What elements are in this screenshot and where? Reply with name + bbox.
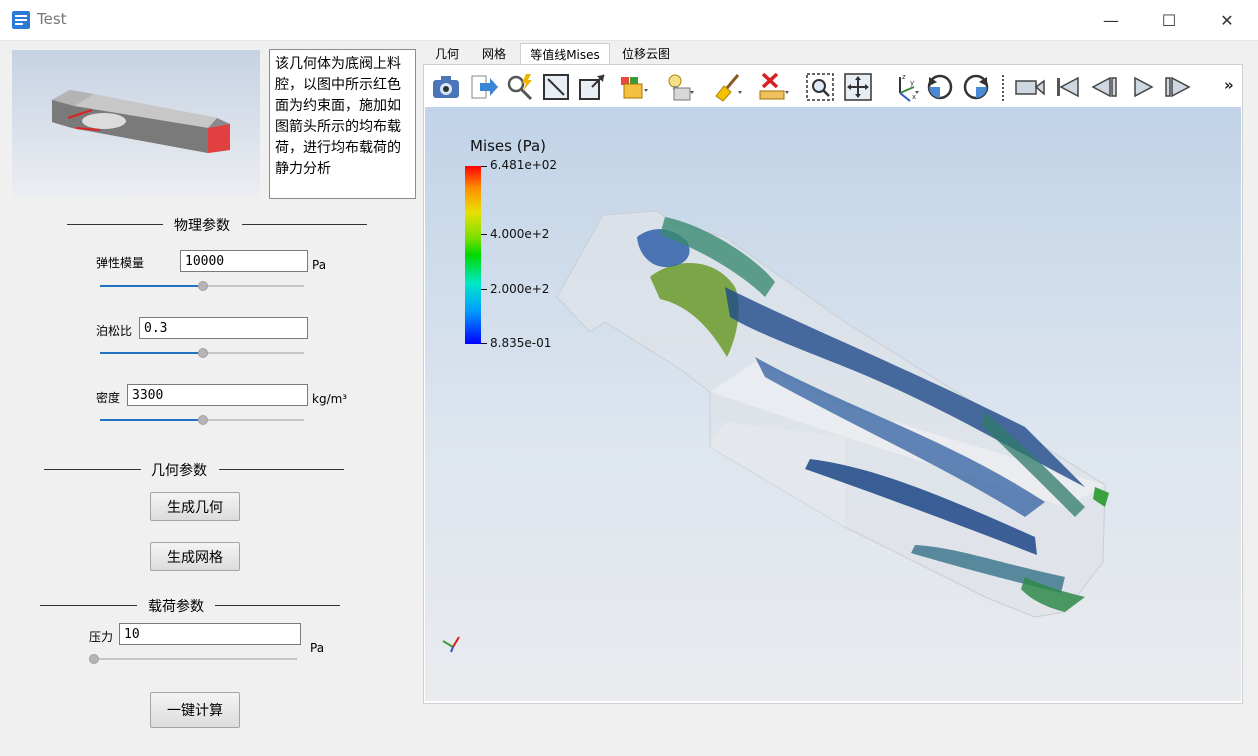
app-window: Test — ☐ ✕ 该几何体为底阀上料腔，以图中所示红色面为约束面，施加如图箭… bbox=[0, 0, 1258, 756]
svg-text:x: x bbox=[912, 93, 916, 101]
expand-view-icon[interactable] bbox=[576, 71, 608, 103]
slider-handle[interactable] bbox=[198, 281, 208, 291]
axes-orientation-icon[interactable]: zyx bbox=[888, 71, 920, 103]
toolbar-overflow-icon[interactable]: » bbox=[1224, 76, 1234, 94]
description-text: 该几何体为底阀上料腔，以图中所示红色面为约束面，施加如图箭头所示的均布载荷，进行… bbox=[275, 56, 401, 177]
load-section-title: 载荷参数 bbox=[148, 599, 204, 615]
slider-handle[interactable] bbox=[198, 415, 208, 425]
divider bbox=[67, 224, 163, 225]
fit-all-icon[interactable] bbox=[842, 71, 874, 103]
display-mode-icon[interactable] bbox=[618, 71, 650, 103]
pressure-unit: Pa bbox=[310, 641, 325, 655]
screenshot-camera-icon[interactable] bbox=[430, 71, 462, 103]
title-bar: Test — ☐ ✕ bbox=[0, 0, 1258, 41]
slider-handle[interactable] bbox=[198, 348, 208, 358]
density-input[interactable]: 3300 bbox=[127, 384, 308, 406]
export-icon[interactable] bbox=[468, 71, 500, 103]
pressure-slider[interactable] bbox=[89, 654, 297, 664]
orientation-axes-icon bbox=[442, 636, 460, 653]
divider bbox=[215, 605, 340, 606]
minimize-icon: — bbox=[1103, 10, 1119, 30]
description-box: 该几何体为底阀上料腔，以图中所示红色面为约束面，施加如图箭头所示的均布载荷，进行… bbox=[269, 49, 416, 199]
density-label: 密度 bbox=[96, 391, 121, 405]
slider-handle[interactable] bbox=[89, 654, 99, 664]
close-icon: ✕ bbox=[1220, 10, 1234, 30]
window-title: Test bbox=[37, 10, 67, 28]
minimize-button[interactable]: — bbox=[1082, 0, 1140, 40]
generate-mesh-button[interactable]: 生成网格 bbox=[150, 542, 240, 571]
density-slider[interactable] bbox=[100, 415, 304, 425]
geometry-thumbnail bbox=[12, 50, 260, 198]
render-toolbar: zyx » bbox=[424, 65, 1242, 107]
pressure-input[interactable]: 10 bbox=[119, 623, 301, 645]
tab-mises[interactable]: 等值线Mises bbox=[520, 43, 610, 65]
elastic-modulus-unit: Pa bbox=[312, 258, 327, 272]
generate-geometry-button[interactable]: 生成几何 bbox=[150, 492, 240, 521]
app-icon bbox=[12, 11, 30, 29]
stress-contour-model bbox=[556, 210, 1109, 618]
rotate-right-icon[interactable] bbox=[960, 71, 992, 103]
pressure-label: 压力 bbox=[89, 630, 114, 644]
elastic-modulus-input[interactable]: 10000 bbox=[180, 250, 308, 272]
toolbar-separator bbox=[1002, 75, 1006, 101]
compute-button[interactable]: 一键计算 bbox=[150, 692, 240, 728]
density-unit: kg/m³ bbox=[312, 392, 348, 406]
divider bbox=[219, 469, 344, 470]
first-frame-icon[interactable] bbox=[1052, 71, 1084, 103]
play-icon[interactable] bbox=[1126, 71, 1158, 103]
rotate-left-icon[interactable] bbox=[924, 71, 956, 103]
poisson-ratio-label: 泊松比 bbox=[96, 324, 133, 338]
tab-displacement[interactable]: 位移云图 bbox=[614, 43, 678, 65]
maximize-button[interactable]: ☐ bbox=[1140, 0, 1198, 40]
tab-geometry[interactable]: 几何 bbox=[426, 43, 468, 65]
poisson-ratio-slider[interactable] bbox=[100, 348, 304, 358]
divider bbox=[44, 469, 141, 470]
divider bbox=[242, 224, 367, 225]
maximize-icon: ☐ bbox=[1161, 10, 1177, 30]
render-viewport[interactable]: Mises (Pa) 6.481e+02 4.000e+2 2.000e+2 8… bbox=[425, 107, 1241, 701]
svg-text:y: y bbox=[910, 79, 914, 87]
record-video-icon[interactable] bbox=[1014, 71, 1046, 103]
poisson-ratio-input[interactable]: 0.3 bbox=[139, 317, 308, 339]
tab-mesh[interactable]: 网格 bbox=[474, 43, 514, 65]
next-frame-icon[interactable] bbox=[1162, 71, 1194, 103]
close-button[interactable]: ✕ bbox=[1198, 0, 1256, 40]
clear-broom-icon[interactable] bbox=[712, 71, 744, 103]
previous-frame-icon[interactable] bbox=[1088, 71, 1120, 103]
svg-text:z: z bbox=[902, 73, 906, 81]
physics-section-title: 物理参数 bbox=[174, 218, 230, 234]
fit-region-icon[interactable] bbox=[540, 71, 572, 103]
zoom-box-icon[interactable] bbox=[804, 71, 836, 103]
elastic-modulus-slider[interactable] bbox=[100, 281, 304, 291]
delete-measure-icon[interactable] bbox=[758, 71, 790, 103]
part-preview-image bbox=[52, 90, 230, 153]
lighting-icon[interactable] bbox=[664, 71, 696, 103]
elastic-modulus-label: 弹性模量 bbox=[96, 256, 145, 270]
geometry-section-title: 几何参数 bbox=[151, 463, 207, 479]
divider bbox=[40, 605, 137, 606]
probe-search-icon[interactable] bbox=[504, 71, 536, 103]
